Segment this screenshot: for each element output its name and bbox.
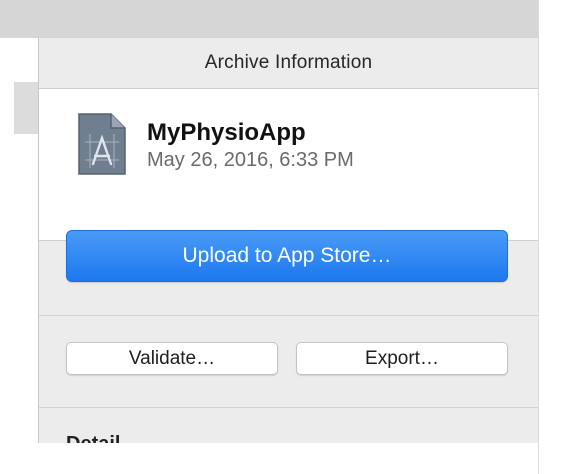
archive-information-panel: Archive Information MyPhysioApp May 26, … <box>38 38 538 443</box>
upload-to-app-store-button[interactable]: Upload to App Store… <box>66 230 508 282</box>
validate-button[interactable]: Validate… <box>66 342 278 375</box>
details-heading: Detail <box>66 430 120 443</box>
panel-title: Archive Information <box>39 38 538 89</box>
upload-section: Upload to App Store… <box>39 208 538 316</box>
archive-app-name: MyPhysioApp <box>147 119 306 146</box>
export-button[interactable]: Export… <box>296 342 508 375</box>
selected-archive-row-highlight[interactable] <box>14 82 38 134</box>
archive-date: May 26, 2016, 6:33 PM <box>147 149 354 171</box>
secondary-actions: Validate… Export… <box>39 316 538 408</box>
xcode-archive-document-icon <box>75 112 129 176</box>
window-right-edge <box>538 0 583 474</box>
window-bottom <box>38 443 538 474</box>
window-toolbar-strip <box>0 0 538 38</box>
